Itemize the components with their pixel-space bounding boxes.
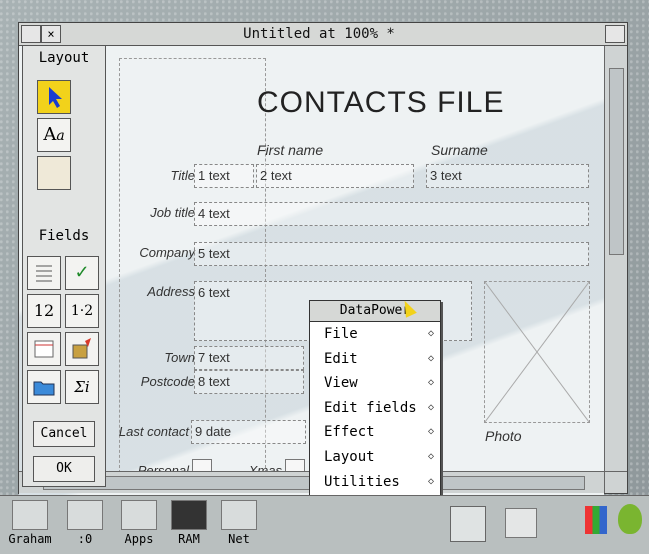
text-tool-sub-glyph: a [56,128,65,144]
field-title[interactable]: 1 text [194,164,254,188]
menu-item-label: File [324,326,358,342]
field-town[interactable]: 7 text [194,346,304,370]
ram-disc-icon [171,500,207,530]
hard-disc-icon [67,500,103,530]
menu-item-view[interactable]: View ◇ [310,371,440,396]
label-town: Town [164,350,195,365]
integer-field-icon[interactable]: 12 [27,294,61,328]
iconbar-label: Graham [8,532,52,546]
menu-item-edit[interactable]: Edit ◇ [310,347,440,372]
date-field-icon[interactable] [27,332,61,366]
menu-item-label: Layout [324,448,375,465]
menu-item-label: Edit [324,350,358,367]
vertical-scroll-thumb[interactable] [609,68,624,255]
label-company: Company [139,245,195,260]
label-address: Address [147,284,195,299]
menu-item-edit-fields[interactable]: Edit fields ◇ [310,396,440,421]
datapower-menu: DataPower File ◇ Edit ◇ View ◇ Edit fields ◇… [309,300,441,502]
submenu-arrow-icon: ◇ [427,352,434,364]
field-company[interactable]: 5 text [194,242,589,266]
iconbar-apps[interactable]: Apps [116,500,162,546]
layout-toolbox: Layout Aa Fields ✓ 12 1·2 Σi Cancel OK [22,45,106,487]
menu-item-label: Effect [324,424,375,441]
label-last-contact: Last contact [118,424,189,439]
submenu-arrow-icon: ◇ [427,328,434,339]
window-title: Untitled at 100% * [243,26,395,42]
iconbar-disc-graham[interactable]: Graham [4,500,56,546]
menu-item-utilities[interactable]: Utilities ◇ [310,470,440,495]
menu-item-label: Utilities [324,473,400,490]
apps-icon [121,500,157,530]
photo-field[interactable] [484,281,590,423]
sum-field-icon[interactable]: Σi [65,370,99,404]
menu-item-file[interactable]: File ◇ [310,322,440,347]
text-field-icon[interactable] [27,256,61,290]
hint-first-name: First name [257,142,324,158]
back-icon[interactable] [21,25,41,43]
iconbar-label: Net [228,532,250,546]
palette-icon[interactable] [505,508,537,538]
resize-icon[interactable] [604,471,627,493]
file-field-icon[interactable] [27,370,61,404]
label-postcode: Postcode [140,374,195,389]
iconbar-label: Apps [124,532,154,546]
field-last-contact[interactable]: 9 date [191,420,306,444]
task-manager-icon[interactable] [618,504,642,534]
fields-title: Fields [38,228,90,244]
label-photo: Photo [485,428,522,444]
menu-item-label: Edit fields [324,399,417,416]
menu-item-layout[interactable]: Layout ◇ [310,445,440,470]
iconbar-disc-0[interactable]: :0 [62,500,108,546]
text-tool-icon[interactable]: Aa [37,118,71,152]
close-button[interactable]: × [41,25,61,43]
iconbar-net[interactable]: Net [216,500,262,546]
field-surname[interactable]: 3 text [426,164,589,188]
disc-drive-icon [12,500,48,530]
toggle-size-icon[interactable] [605,25,625,43]
submenu-arrow-icon: ◇ [427,401,434,413]
submenu-arrow-icon: ◇ [427,377,434,389]
tick-field-icon[interactable]: ✓ [65,256,99,290]
menu-item-label: View [324,375,358,392]
photo-placeholder-icon [485,282,589,422]
picture-field-icon[interactable] [65,332,99,366]
iconbar-label: :0 [77,532,93,546]
cancel-button[interactable]: Cancel [33,421,95,447]
submenu-arrow-icon: ◇ [427,475,434,487]
field-first-name[interactable]: 2 text [256,164,414,188]
iconbar-ram[interactable]: RAM [166,500,212,546]
menu-title: DataPower [310,301,440,322]
form-heading: CONTACTS FILE [257,86,505,119]
field-postcode[interactable]: 8 text [194,370,304,394]
iconbar-label: RAM [178,532,200,546]
vertical-scrollbar[interactable] [604,46,627,471]
text-tool-glyph: A [43,124,57,145]
layout-frame [119,58,266,478]
submenu-arrow-icon: ◇ [427,450,434,462]
select-arrow-icon[interactable] [37,80,71,114]
field-job-title[interactable]: 4 text [194,202,589,226]
frame-tool-icon[interactable] [37,156,71,190]
hint-surname: Surname [431,142,488,158]
icon-bar: Graham :0 Apps RAM Net [0,495,649,554]
datapower-app-icon[interactable] [450,506,486,542]
colour-palette-icon[interactable] [585,506,607,534]
menu-item-effect[interactable]: Effect ◇ [310,420,440,445]
submenu-arrow-icon: ◇ [427,426,434,438]
decimal-field-icon[interactable]: 1·2 [65,294,99,328]
title-bar[interactable]: × Untitled at 100% * [19,23,627,46]
label-title: Title [170,168,195,183]
document-window: × Untitled at 100% * CONTACTS FILE First… [18,22,628,502]
label-job-title: Job title [150,205,195,220]
ok-button[interactable]: OK [33,456,95,482]
network-icon [221,500,257,530]
toolbox-title: Layout [38,50,90,66]
